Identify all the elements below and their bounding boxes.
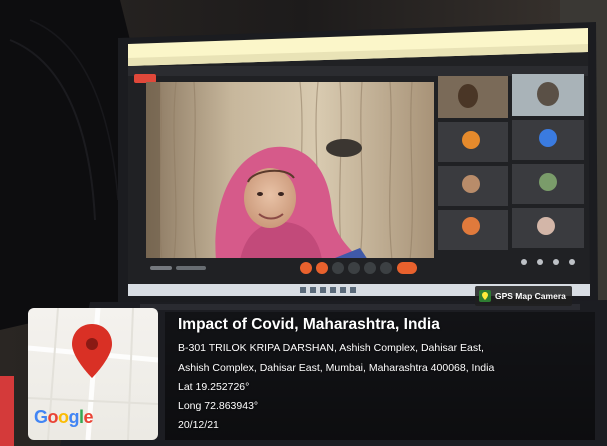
map-logo-wordmark: Google <box>34 407 94 427</box>
latitude-text: Lat 19.252726° <box>178 381 250 393</box>
gps-badge-label: GPS Map Camera <box>495 291 566 301</box>
location-title: Impact of Covid, Maharashtra, India <box>178 316 440 333</box>
address-line-1: B-301 TRILOK KRIPA DARSHAN, Ashish Compl… <box>178 342 484 354</box>
map-app-icon <box>479 290 491 302</box>
date-text: 20/12/21 <box>178 419 219 431</box>
longitude-text: Long 72.863943° <box>178 400 259 412</box>
gps-map-camera-badge: GPS Map Camera <box>475 286 572 306</box>
gps-stamp-overlay: Google Impact of Covid, Maharashtra, Ind… <box>0 0 607 446</box>
address-line-2: Ashish Complex, Dahisar East, Mumbai, Ma… <box>178 362 495 374</box>
